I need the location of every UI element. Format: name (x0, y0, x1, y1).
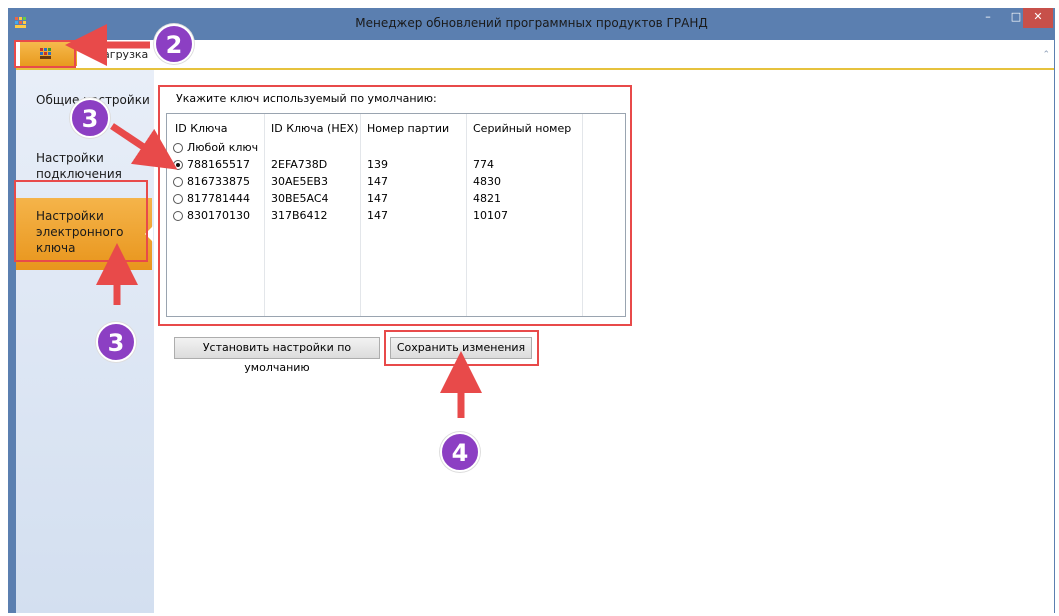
step-badge: 3 (70, 98, 110, 138)
step-badge: 4 (440, 432, 480, 472)
step-badge: 3 (96, 322, 136, 362)
annotation-arrows (65, 24, 482, 418)
arrow-to-key-list (110, 123, 178, 170)
step-badge: 2 (154, 24, 194, 64)
